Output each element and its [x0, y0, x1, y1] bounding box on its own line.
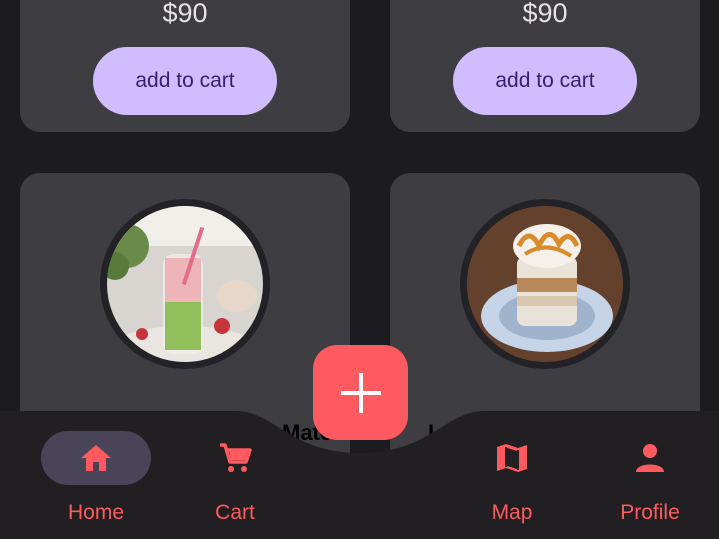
add-to-cart-button[interactable]: add to cart — [453, 47, 637, 115]
product-price: $90 — [522, 0, 568, 28]
product-image-matcha — [100, 199, 270, 369]
product-price: $90 — [162, 0, 208, 28]
nav-item-cart[interactable]: Cart — [180, 431, 290, 531]
map-icon — [497, 444, 527, 472]
product-card: $90 add to cart — [20, 0, 350, 132]
cart-icon — [220, 443, 252, 472]
nav-item-profile[interactable]: Profile — [595, 431, 705, 531]
product-image-latte — [460, 199, 630, 369]
add-to-cart-button[interactable]: add to cart — [93, 47, 277, 115]
nav-label-profile: Profile — [620, 501, 680, 524]
home-icon — [81, 445, 111, 471]
nav-active-indicator — [41, 431, 151, 485]
nav-label-map: Map — [491, 501, 533, 524]
nav-item-map[interactable]: Map — [457, 431, 567, 531]
nav-label-cart: Cart — [215, 501, 255, 524]
plus-icon — [340, 372, 381, 413]
nav-label-home: Home — [67, 501, 125, 524]
add-fab-button[interactable] — [313, 345, 408, 440]
product-card: $90 add to cart — [390, 0, 700, 132]
app-screen: $90 add to cart $90 add to cart Home Car… — [0, 0, 719, 539]
nav-item-home[interactable]: Home — [41, 431, 151, 531]
person-icon — [636, 444, 664, 472]
